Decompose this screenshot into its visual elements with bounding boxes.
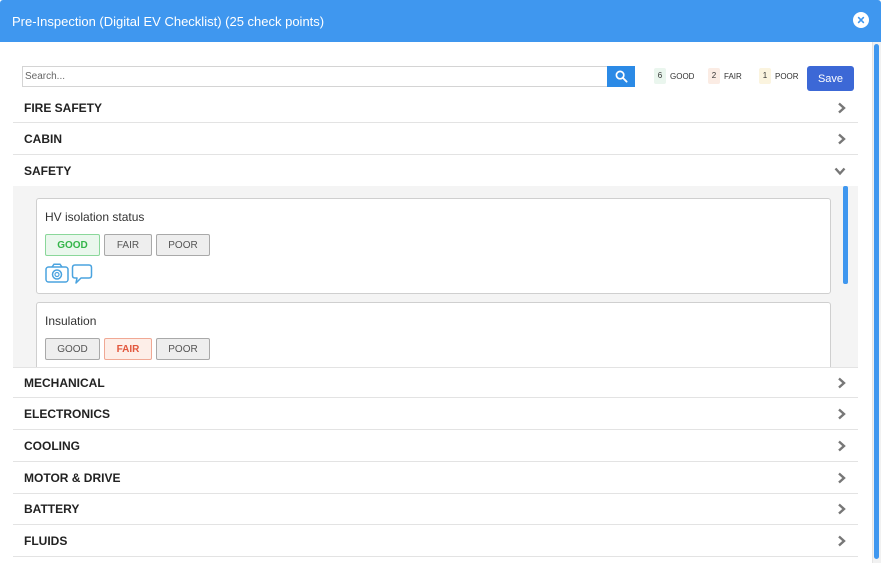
section-label: BATTERY [24, 502, 80, 516]
section-label: MECHANICAL [24, 375, 105, 390]
modal-body: 6 GOOD 2 FAIR 1 POOR Save FIRE SAFETY CA… [0, 42, 872, 563]
section-label: CABIN [24, 131, 62, 146]
fair-option[interactable]: FAIR [104, 234, 152, 256]
search-box [22, 66, 635, 87]
section-electronics[interactable]: ELECTRONICS [13, 398, 858, 430]
section-cooling[interactable]: COOLING [13, 430, 858, 462]
chevron-right-icon [838, 472, 846, 483]
section-label: FIRE SAFETY [24, 101, 103, 115]
checklist-item: Insulation GOOD FAIR POOR [36, 302, 831, 367]
close-icon [857, 16, 865, 24]
toolbar: 6 GOOD 2 FAIR 1 POOR Save [22, 66, 857, 91]
legend-poor-count: 1 [759, 68, 771, 84]
panel-scrollbar[interactable] [843, 186, 848, 284]
section-label: MOTOR & DRIVE [24, 470, 121, 485]
section-fluids[interactable]: FLUIDS [13, 525, 858, 557]
comment-icon[interactable] [71, 263, 93, 285]
safety-panel: HV isolation status GOOD FAIR POOR Insul… [13, 186, 858, 367]
section-mechanical[interactable]: MECHANICAL [13, 367, 858, 398]
modal-title: Pre-Inspection (Digital EV Checklist) (2… [12, 13, 325, 29]
search-input[interactable] [23, 67, 607, 86]
legend-good-label: GOOD [670, 71, 695, 81]
modal-scrollbar-thumb[interactable] [874, 44, 879, 559]
save-button[interactable]: Save [807, 66, 854, 91]
search-button[interactable] [607, 66, 635, 87]
item-title: Insulation [45, 314, 97, 328]
legend-poor: 1 POOR [759, 68, 799, 84]
section-fire-safety[interactable]: FIRE SAFETY [13, 94, 858, 123]
section-cabin[interactable]: CABIN [13, 123, 858, 155]
chevron-right-icon [838, 102, 846, 114]
item-title: HV isolation status [45, 210, 145, 224]
legend-fair-count: 2 [708, 68, 720, 84]
chevron-right-icon [838, 408, 846, 419]
checklist-item: HV isolation status GOOD FAIR POOR [36, 198, 831, 294]
section-label: FLUIDS [24, 533, 68, 548]
section-battery[interactable]: BATTERY [13, 494, 858, 525]
close-button[interactable] [853, 12, 869, 28]
section-label: SAFETY [24, 163, 72, 178]
section-label: COOLING [24, 438, 80, 453]
poor-option[interactable]: POOR [156, 234, 210, 256]
chevron-right-icon [838, 133, 846, 144]
fair-option[interactable]: FAIR [104, 338, 152, 360]
chevron-right-icon [838, 377, 846, 388]
chevron-right-icon [838, 440, 846, 451]
section-safety[interactable]: SAFETY [13, 155, 858, 186]
good-option[interactable]: GOOD [45, 338, 100, 360]
chevron-right-icon [838, 503, 846, 515]
modal-header: Pre-Inspection (Digital EV Checklist) (2… [0, 0, 881, 42]
legend-poor-label: POOR [775, 71, 799, 81]
chevron-right-icon [838, 535, 846, 546]
chevron-down-icon [834, 167, 846, 175]
section-motor-drive[interactable]: MOTOR & DRIVE [13, 462, 858, 494]
camera-icon[interactable] [45, 263, 69, 283]
legend-good: 6 GOOD [654, 68, 694, 84]
search-icon [615, 70, 628, 83]
legend-fair: 2 FAIR [708, 68, 742, 84]
legend-fair-label: FAIR [724, 71, 742, 81]
good-option[interactable]: GOOD [45, 234, 100, 256]
legend-good-count: 6 [654, 68, 666, 84]
section-label: ELECTRONICS [24, 406, 111, 421]
poor-option[interactable]: POOR [156, 338, 210, 360]
